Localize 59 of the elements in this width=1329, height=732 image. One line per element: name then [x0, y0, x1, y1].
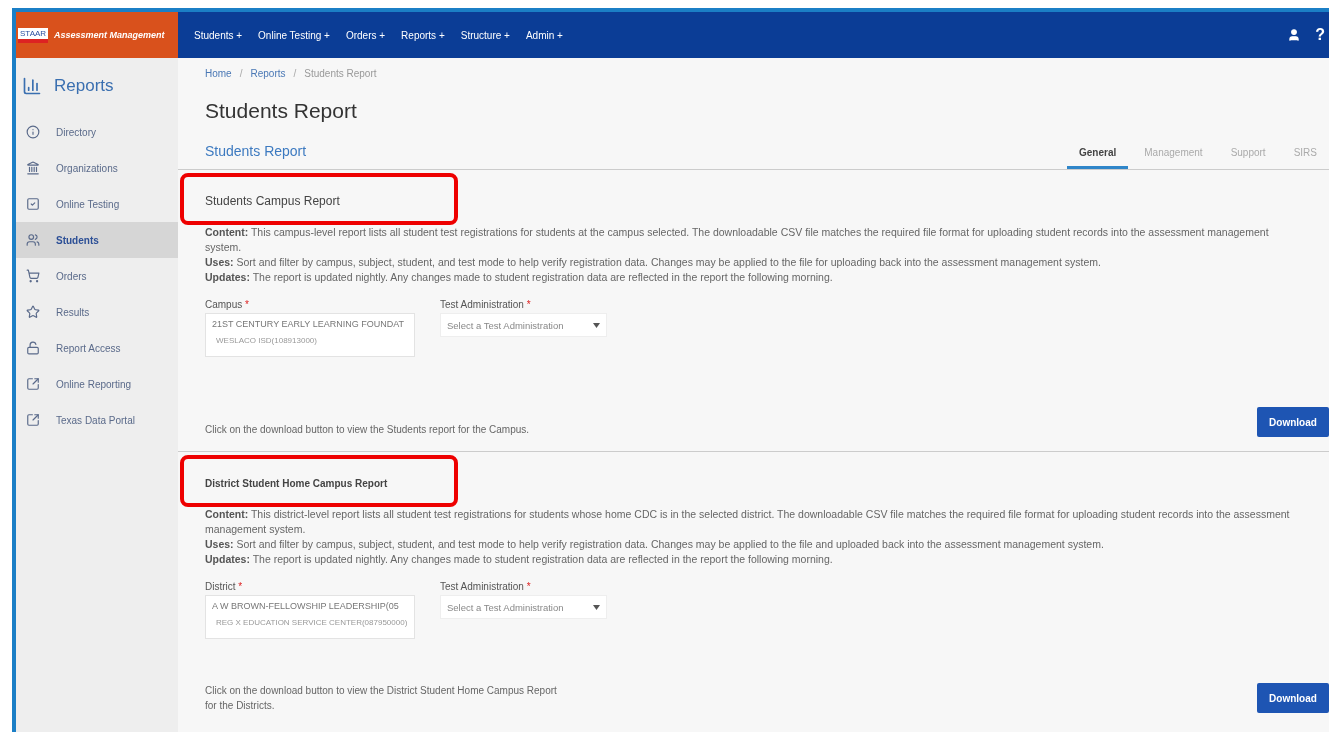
field-label: Test Administration *	[440, 581, 532, 592]
report-description: Content: This campus-level report lists all student test registrations for students at the campus selected. The downloadable CSV file matches the required file format for uploading student records into the assessment management system.	[205, 225, 1270, 255]
sidebar-item[interactable]: Online Testing	[16, 186, 178, 222]
breadcrumb-link[interactable]: Students Report	[304, 68, 377, 79]
page-title: Students Report	[205, 99, 358, 123]
field-label: Test Administration *	[440, 299, 532, 310]
test-administration-select[interactable]: Select a Test Administration	[440, 313, 607, 337]
breadcrumb-link[interactable]: Home	[205, 68, 232, 79]
caret-icon	[593, 604, 600, 610]
nav-menu-item[interactable]: Structure +	[454, 25, 516, 45]
report-description: Uses: Sort and filter by campus, subject, student, and test mode to help verify registration data. Changes may be applied to the file for uploading back into the assessment management system.	[205, 255, 1102, 270]
sidebar-item[interactable]: Report Access	[16, 330, 178, 366]
section-subtitle: Students Report	[205, 143, 307, 161]
breadcrumb-separator: /	[239, 68, 243, 79]
download-button[interactable]: Download	[1257, 683, 1329, 713]
organization-select[interactable]: A W BROWN-FELLOWSHIP LEADERSHIP(05 REG X EDUCATION SERVICE CENTER(087950000)	[205, 595, 415, 639]
report-description: Uses: Sort and filter by campus, subject, student, and test mode to help verify registration data. Changes may be applied to the file and uploaded back into the assessment management system.	[205, 537, 1105, 552]
caret-icon	[593, 322, 600, 328]
breadcrumb-link[interactable]: Reports	[250, 68, 286, 79]
nav-menu-item[interactable]: Reports +	[395, 25, 451, 45]
report-title: District Student Home Campus Report	[205, 478, 388, 489]
bar-chart-icon	[22, 76, 42, 96]
sidebar-item[interactable]: Results	[16, 294, 178, 330]
breadcrumb-separator: /	[293, 68, 297, 79]
help-button[interactable]: ?	[1315, 26, 1325, 44]
report-title: Students Campus Report	[205, 194, 340, 208]
tab[interactable]: General	[1067, 147, 1129, 169]
info-icon	[26, 125, 40, 139]
report-description: Content: This district-level report lists all student test registrations for students whose home CDC is in the selected district. The downloadable CSV file matches the required file format for uploading student records into the assessment management system.	[205, 507, 1291, 537]
sidebar-item[interactable]: Students	[16, 222, 178, 258]
app-logo[interactable]: STAAR Assessment Management	[16, 12, 178, 58]
download-note: Click on the download button to view the District Student Home Campus Report for the Districts.	[205, 684, 558, 713]
cart-icon	[26, 269, 40, 283]
sidebar-item[interactable]: Online Reporting	[16, 366, 178, 402]
star-icon	[26, 305, 40, 319]
sidebar-item[interactable]: Organizations	[16, 150, 178, 186]
sidebar-item[interactable]: Texas Data Portal	[16, 402, 178, 438]
external-link-icon	[26, 377, 40, 391]
field-label: Campus *	[205, 299, 250, 310]
organization-select[interactable]: 21ST CENTURY EARLY LEARNING FOUNDAT WESLACO ISD(108913000)	[205, 313, 415, 357]
download-button[interactable]: Download	[1257, 407, 1329, 437]
user-icon[interactable]	[1287, 28, 1302, 42]
report-description: Updates: The report is updated nightly. Any changes made to student registration data are reflected in the report the following morning.	[205, 552, 834, 567]
field-label: District *	[205, 581, 244, 592]
sidebar-item[interactable]: Orders	[16, 258, 178, 294]
checkbox-icon	[26, 197, 40, 211]
test-administration-select[interactable]: Select a Test Administration	[440, 595, 607, 619]
users-icon	[26, 233, 40, 247]
nav-menu-item[interactable]: Admin +	[519, 25, 569, 45]
unlock-icon	[26, 341, 40, 355]
nav-menu-item[interactable]: Students +	[188, 25, 249, 45]
nav-menu-item[interactable]: Orders +	[339, 25, 392, 45]
sidebar-item[interactable]: Directory	[16, 114, 178, 150]
nav-menu-item[interactable]: Online Testing +	[252, 25, 336, 45]
external-link-icon	[26, 413, 40, 427]
sidebar-title: Reports	[54, 76, 114, 96]
download-note: Click on the download button to view the Students report for the Campus.	[205, 423, 531, 437]
report-description: Updates: The report is updated nightly. Any changes made to student registration data are reflected in the report the following morning.	[205, 270, 834, 285]
building-icon	[26, 161, 40, 175]
